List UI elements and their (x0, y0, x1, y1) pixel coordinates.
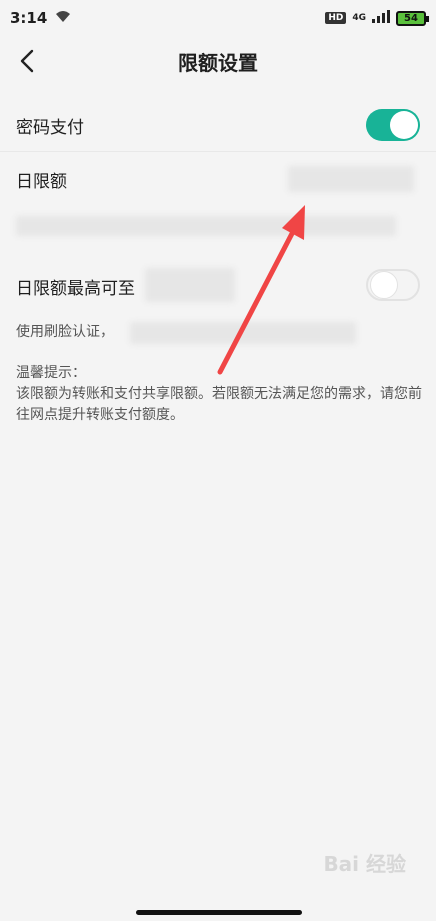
annotation-arrow-icon (217, 205, 305, 375)
home-indicator[interactable] (136, 910, 302, 915)
watermark: Bai 经验 (323, 852, 406, 876)
